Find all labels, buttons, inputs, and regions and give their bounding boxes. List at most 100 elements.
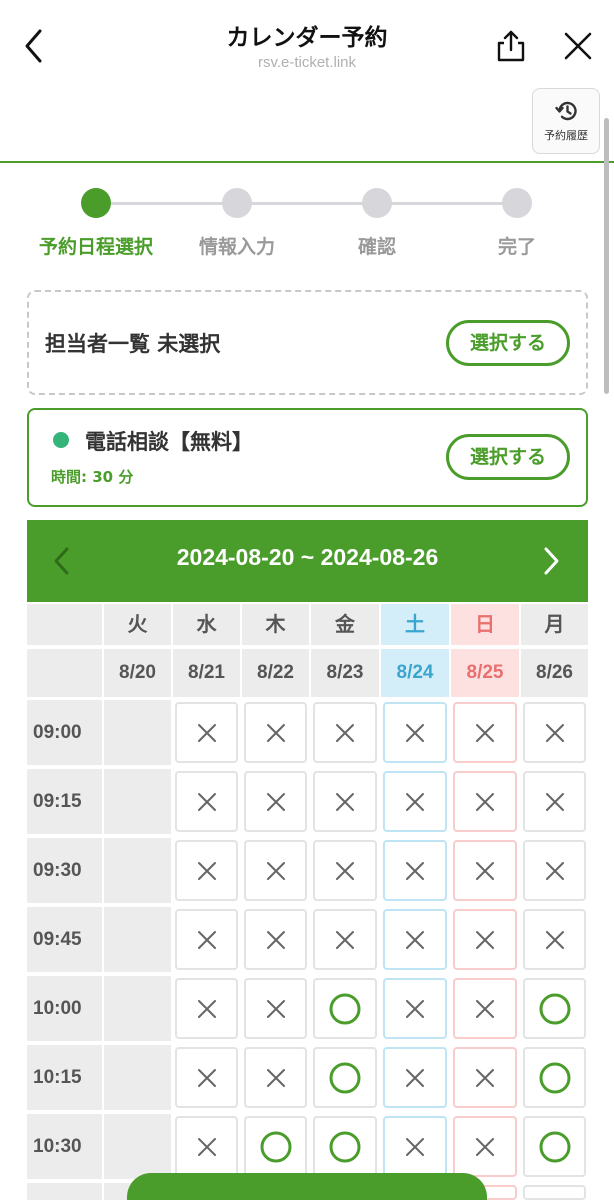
- full-slot: [313, 909, 377, 970]
- full-slot: [175, 1047, 238, 1108]
- unavailable-slot: [104, 1045, 171, 1110]
- next-week-icon[interactable]: [538, 546, 564, 580]
- circle-icon: [539, 1062, 570, 1093]
- available-slot[interactable]: [523, 1116, 586, 1177]
- available-slot[interactable]: [313, 1116, 377, 1177]
- unavailable-slot: [104, 1114, 171, 1179]
- full-slot: [453, 702, 517, 763]
- cross-icon: [266, 723, 285, 742]
- unavailable-slot: [104, 907, 171, 972]
- full-slot: [244, 1047, 307, 1108]
- full-slot: [383, 1116, 447, 1177]
- cross-icon: [406, 999, 424, 1018]
- circle-icon: [329, 1131, 361, 1162]
- cross-icon: [476, 999, 494, 1018]
- circle-icon: [260, 1131, 291, 1162]
- date-header: 8/25: [451, 649, 519, 697]
- full-slot: [453, 771, 517, 832]
- full-slot: [175, 909, 238, 970]
- step-label-info: 情報入力: [198, 236, 275, 258]
- time-label: 09:15: [27, 769, 102, 834]
- calendar-corner: [27, 604, 102, 645]
- header-divider: [0, 161, 614, 163]
- select-staff-button[interactable]: 選択する: [446, 320, 570, 366]
- cross-icon: [266, 999, 285, 1018]
- full-slot: [244, 909, 307, 970]
- history-icon: [555, 101, 577, 121]
- cross-icon: [197, 792, 216, 811]
- cross-icon: [476, 930, 494, 949]
- cross-icon: [336, 792, 354, 811]
- step-label-confirm: 確認: [357, 236, 396, 258]
- cross-icon: [336, 723, 354, 742]
- date-header: 8/21: [173, 649, 240, 697]
- app-header: カレンダー予約 rsv.e-ticket.link: [0, 0, 614, 90]
- available-slot[interactable]: [244, 1116, 307, 1177]
- full-slot: [523, 840, 586, 901]
- full-slot: [175, 1116, 238, 1177]
- cross-icon: [545, 930, 564, 949]
- cross-icon: [197, 723, 216, 742]
- cross-icon: [197, 999, 216, 1018]
- select-service-button[interactable]: 選択する: [446, 434, 570, 480]
- weekday-header: 金: [311, 604, 379, 645]
- share-icon[interactable]: [494, 28, 528, 64]
- time-label: 09:30: [27, 838, 102, 903]
- cross-icon: [406, 1068, 424, 1087]
- full-slot: [453, 1116, 517, 1177]
- cross-icon: [266, 861, 285, 880]
- cross-icon: [406, 723, 424, 742]
- step-dot-confirm: [362, 188, 392, 218]
- full-slot: [383, 978, 447, 1039]
- weekday-header: 土: [381, 604, 449, 645]
- available-slot[interactable]: [523, 978, 586, 1039]
- step-dot-info: [222, 188, 252, 218]
- time-label: 10:30: [27, 1114, 102, 1179]
- unavailable-slot: [104, 976, 171, 1041]
- weekday-header: 水: [173, 604, 240, 645]
- available-slot[interactable]: [313, 978, 377, 1039]
- full-slot: [244, 702, 307, 763]
- cross-icon: [197, 1068, 216, 1087]
- week-range: 2024-08-20 ~ 2024-08-26: [176, 544, 439, 570]
- cross-icon: [197, 930, 216, 949]
- history-button[interactable]: 予約履歴: [532, 88, 600, 154]
- full-slot: [453, 909, 517, 970]
- cross-icon: [266, 792, 285, 811]
- time-label: [27, 1183, 102, 1200]
- full-slot: [313, 840, 377, 901]
- full-slot: [453, 1047, 517, 1108]
- scrollbar[interactable]: [604, 118, 609, 394]
- full-slot: [453, 978, 517, 1039]
- slot-cell: [523, 1185, 586, 1200]
- date-header: 8/23: [311, 649, 379, 697]
- cross-icon: [545, 861, 564, 880]
- step-label-schedule: 予約日程選択: [38, 236, 153, 258]
- date-header: 8/26: [521, 649, 588, 697]
- service-name: 電話相談【無料】: [85, 430, 253, 454]
- cross-icon: [406, 861, 424, 880]
- weekday-header: 火: [104, 604, 171, 645]
- service-duration: 時間: 30 分: [51, 468, 134, 486]
- cross-icon: [476, 723, 494, 742]
- full-slot: [383, 840, 447, 901]
- service-card: 電話相談【無料】 時間: 30 分 選択する: [27, 408, 588, 507]
- stepper-line: [96, 202, 517, 205]
- available-slot[interactable]: [523, 1047, 586, 1108]
- circle-icon: [539, 993, 570, 1024]
- time-label: 10:15: [27, 1045, 102, 1110]
- date-header: 8/20: [104, 649, 171, 697]
- date-header: 8/22: [242, 649, 309, 697]
- full-slot: [313, 771, 377, 832]
- available-slot[interactable]: [313, 1047, 377, 1108]
- cross-icon: [476, 861, 494, 880]
- cross-icon: [406, 930, 424, 949]
- cross-icon: [336, 861, 354, 880]
- full-slot: [383, 702, 447, 763]
- calendar-week-bar: 2024-08-20 ~ 2024-08-26: [27, 520, 588, 602]
- bottom-action-button[interactable]: [127, 1173, 487, 1200]
- close-icon[interactable]: [562, 30, 594, 62]
- step-dot-complete: [502, 188, 532, 218]
- full-slot: [244, 771, 307, 832]
- cross-icon: [406, 792, 424, 811]
